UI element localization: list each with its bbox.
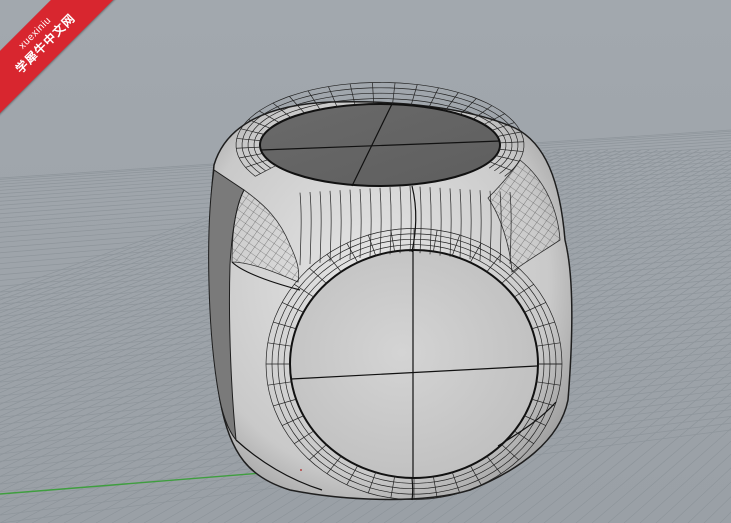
viewport-canvas[interactable]: [0, 0, 731, 523]
rounded-cube-model[interactable]: [208, 82, 573, 501]
perspective-viewport[interactable]: xuexiniu 学犀牛中文网: [0, 0, 731, 523]
lower-blend-seam: [411, 477, 414, 501]
